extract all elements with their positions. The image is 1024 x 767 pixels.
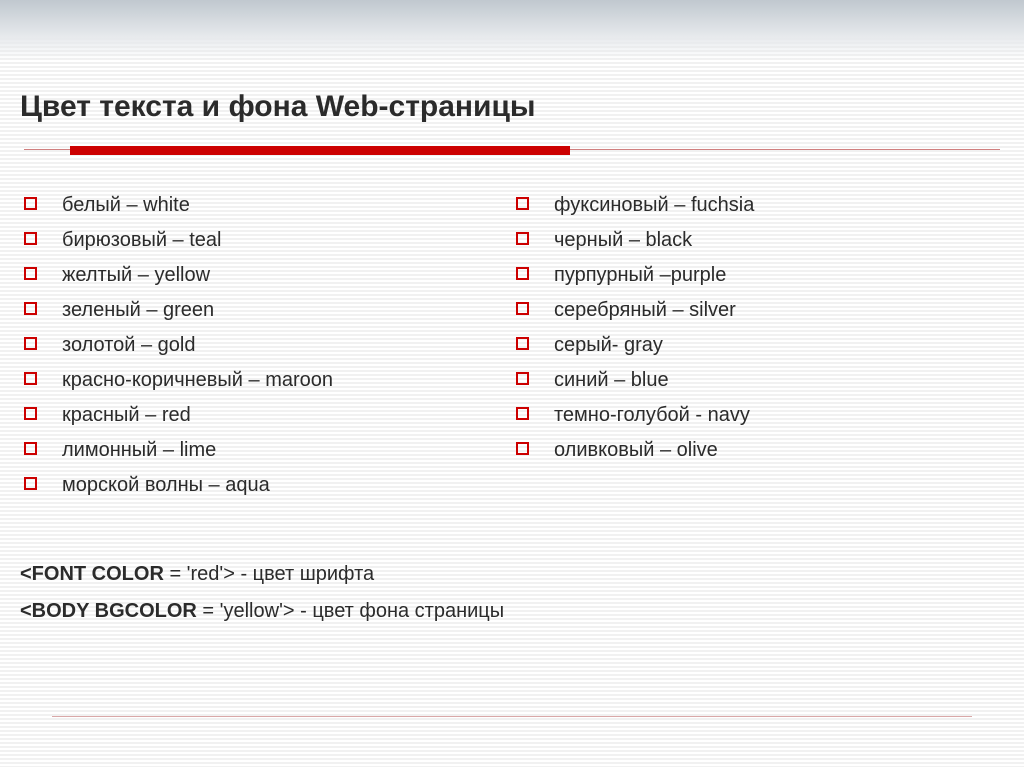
slide: Цвет текста и фона Web-страницы белый – … — [0, 0, 1024, 767]
list-item: морской волны – aqua — [20, 468, 512, 503]
list-item: желтый – yellow — [20, 258, 512, 293]
code-tag: <BODY BGCOLOR — [20, 600, 197, 622]
list-item: серебряный – silver — [512, 293, 1004, 328]
code-line-body: <BODY BGCOLOR = 'yellow'> - цвет фона ст… — [20, 600, 1004, 623]
list-item: черный – black — [512, 223, 1004, 258]
right-column: фуксиновый – fuchsia черный – black пурп… — [512, 188, 1004, 503]
code-rest: = 'red'> - цвет шрифта — [164, 563, 374, 585]
columns: белый – white бирюзовый – teal желтый – … — [20, 188, 1004, 503]
list-item: зеленый – green — [20, 293, 512, 328]
list-item: оливковый – olive — [512, 433, 1004, 468]
bottom-divider — [52, 716, 972, 717]
list-item: синий – blue — [512, 363, 1004, 398]
list-item: серый- gray — [512, 328, 1004, 363]
content: Цвет текста и фона Web-страницы белый – … — [0, 0, 1024, 623]
left-column: белый – white бирюзовый – teal желтый – … — [20, 188, 512, 503]
code-tag: <FONT COLOR — [20, 563, 164, 585]
list-item: пурпурный –purple — [512, 258, 1004, 293]
right-list: фуксиновый – fuchsia черный – black пурп… — [512, 188, 1004, 468]
code-examples: <FONT COLOR = 'red'> - цвет шрифта <BODY… — [20, 563, 1004, 623]
list-item: бирюзовый – teal — [20, 223, 512, 258]
list-item: красный – red — [20, 398, 512, 433]
list-item: золотой – gold — [20, 328, 512, 363]
list-item: лимонный – lime — [20, 433, 512, 468]
list-item: фуксиновый – fuchsia — [512, 188, 1004, 223]
code-line-font: <FONT COLOR = 'red'> - цвет шрифта — [20, 563, 1004, 586]
code-rest: = 'yellow'> - цвет фона страницы — [197, 600, 504, 622]
slide-title: Цвет текста и фона Web-страницы — [20, 90, 1004, 124]
left-list: белый – white бирюзовый – teal желтый – … — [20, 188, 512, 503]
list-item: белый – white — [20, 188, 512, 223]
list-item: красно-коричневый – maroon — [20, 363, 512, 398]
title-underline — [20, 144, 1004, 158]
list-item: темно-голубой - navy — [512, 398, 1004, 433]
thick-line — [70, 146, 570, 155]
